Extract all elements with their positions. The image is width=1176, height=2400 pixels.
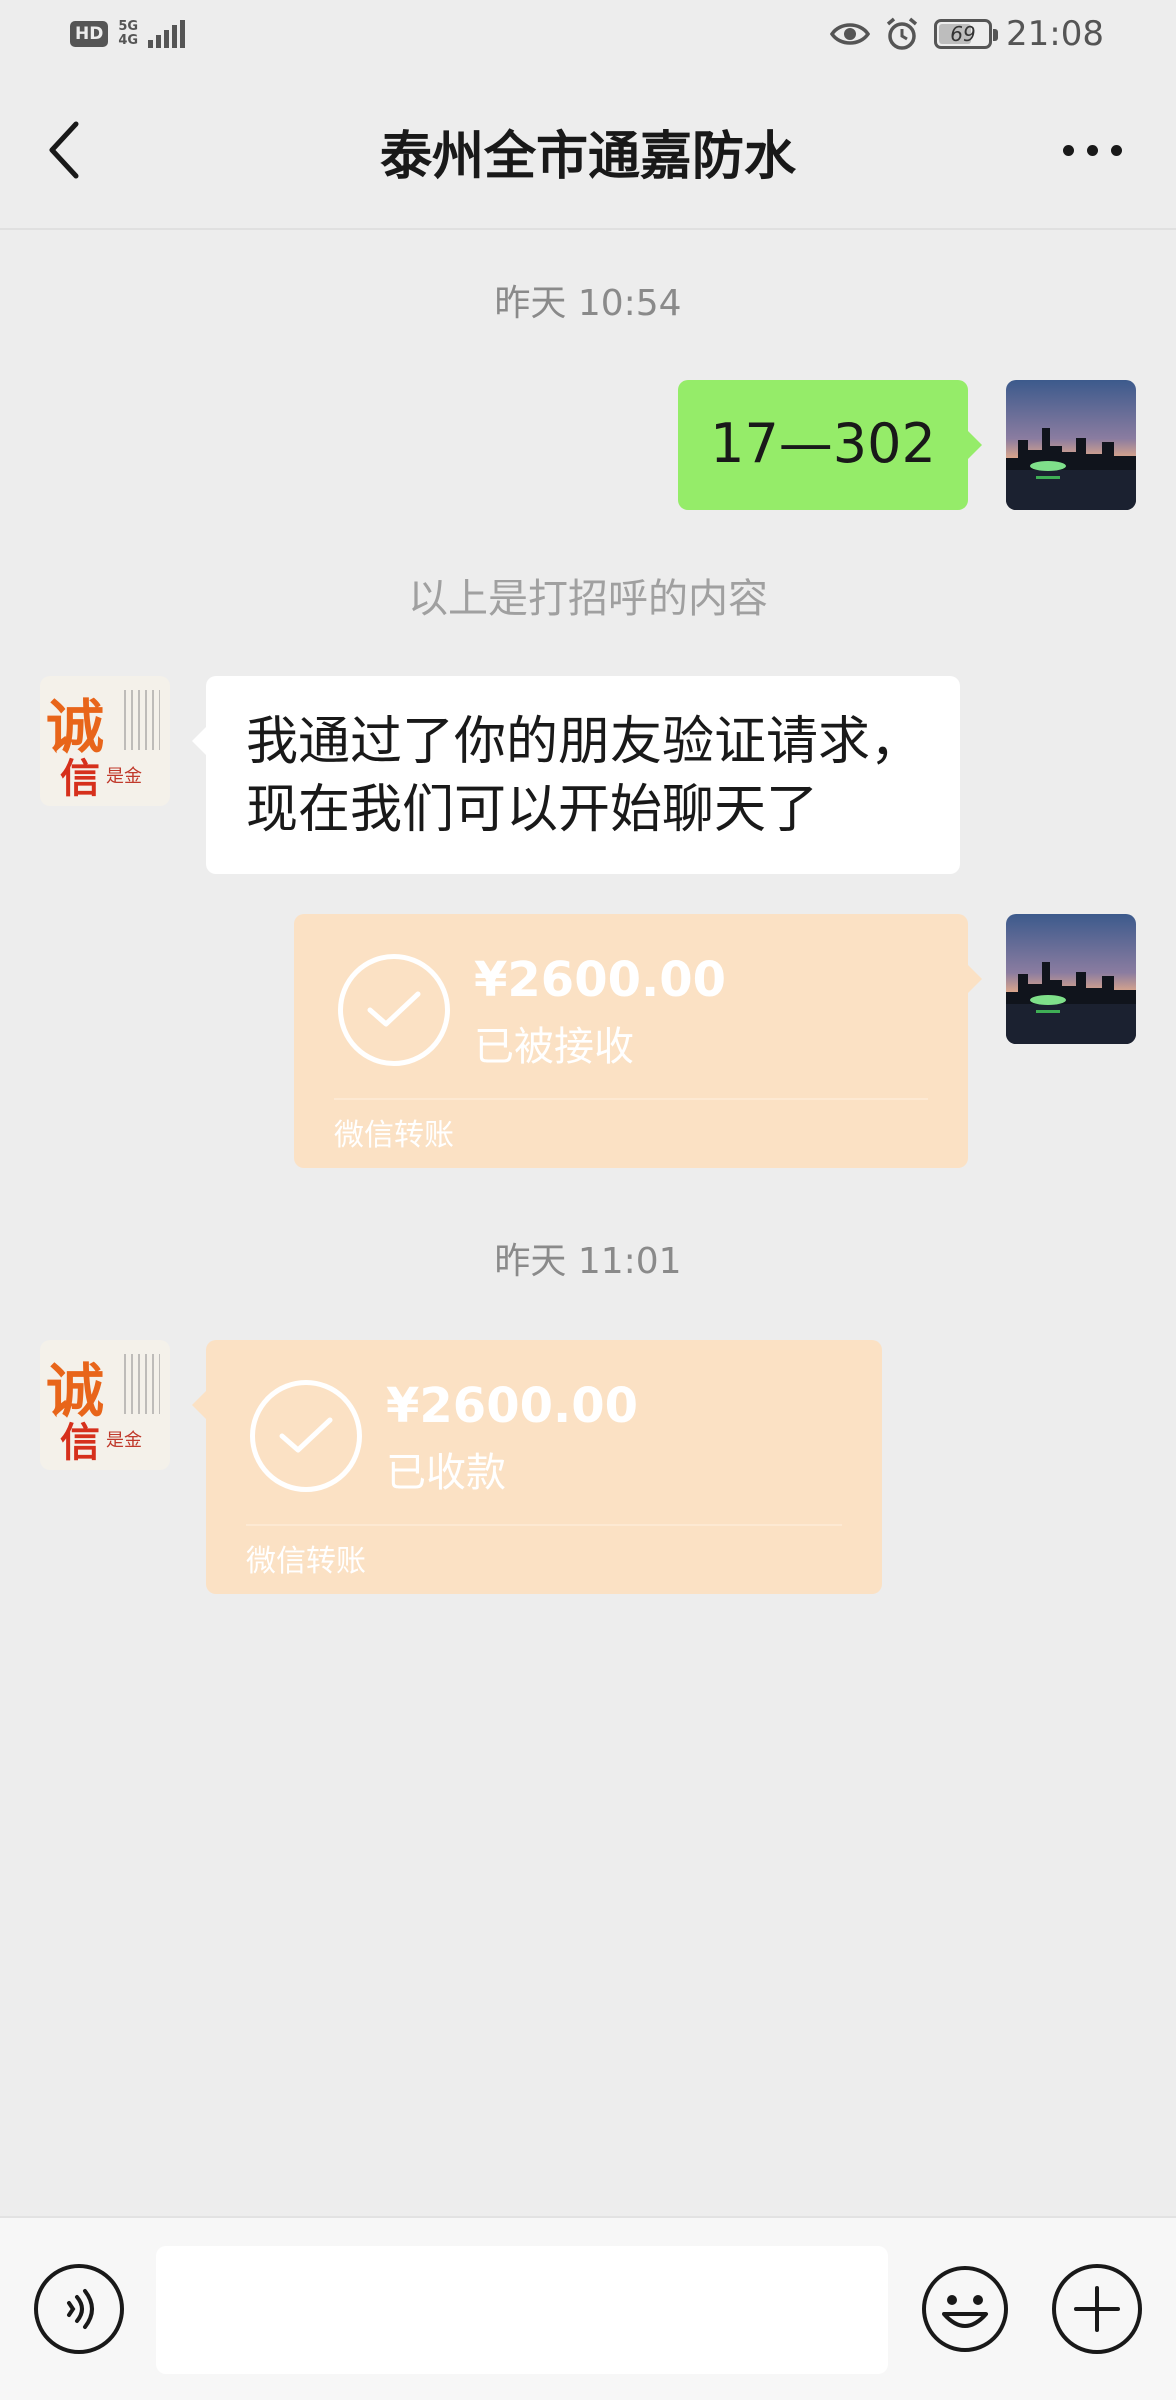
transfer-status: 已收款	[386, 1450, 506, 1496]
more-button[interactable]	[1042, 114, 1142, 186]
battery-level: 69	[950, 22, 976, 46]
status-time: 21:08	[1006, 14, 1104, 54]
check-circle-icon	[338, 954, 450, 1066]
outgoing-message-text: 17—302	[710, 412, 936, 475]
avatar-char-sub: 信	[60, 755, 100, 802]
avatar-tag: 是金	[106, 766, 142, 787]
my-avatar[interactable]	[1006, 380, 1136, 510]
plus-icon	[1074, 2286, 1120, 2332]
avatar-tag: 是金	[106, 1430, 142, 1451]
transfer-footer: 微信转账	[246, 1544, 366, 1579]
battery-icon: 69	[934, 19, 999, 49]
network-sub-label: 4G	[118, 33, 139, 48]
check-icon	[367, 991, 421, 1027]
more-dots-icon	[1062, 144, 1074, 156]
my-avatar-image	[1006, 380, 1136, 510]
system-message: 以上是打招呼的内容	[408, 576, 768, 622]
check-circle-icon	[250, 1380, 362, 1492]
outgoing-message-bubble[interactable]: 17—302	[678, 380, 982, 510]
contact-avatar-image: 诚 信 是金	[40, 1340, 170, 1470]
contact-avatar[interactable]: 诚 信 是金	[40, 676, 170, 806]
incoming-message-text: 我通过了你的朋友验证请求，现在我们可以开始聊天了	[246, 712, 923, 840]
hd-badge: HD	[70, 21, 109, 47]
input-bar	[0, 2216, 1176, 2400]
transfer-amount: ¥2600.00	[386, 1378, 639, 1434]
contact-avatar-image: 诚 信 是金	[40, 676, 170, 806]
network-indicator: 5G 4G	[118, 20, 138, 48]
my-avatar[interactable]	[1006, 914, 1136, 1044]
avatar-calligraphy	[124, 690, 160, 750]
check-icon	[279, 1417, 333, 1453]
my-avatar-image	[1006, 914, 1136, 1044]
signal-icon	[148, 20, 186, 48]
emoji-icon	[922, 2266, 1008, 2352]
status-bar: HD 5G 4G 69 21:08	[0, 0, 1176, 74]
alarm-icon	[886, 17, 918, 50]
more-dot	[1110, 144, 1122, 156]
eye-icon	[830, 23, 871, 45]
message-input[interactable]	[156, 2246, 888, 2374]
more-dot	[1086, 144, 1098, 156]
voice-icon	[67, 2289, 94, 2329]
emoji-button[interactable]	[920, 2264, 1010, 2354]
transfer-status: 已被接收	[474, 1024, 634, 1070]
contact-avatar[interactable]: 诚 信 是金	[40, 1340, 170, 1470]
network-label: 5G	[118, 19, 139, 34]
transfer-divider	[334, 1098, 928, 1100]
transfer-divider	[246, 1524, 842, 1526]
status-right: 69 21:08	[830, 14, 1104, 54]
transfer-card-sent[interactable]: ¥2600.00 已被接收 微信转账	[294, 914, 982, 1168]
status-left: HD 5G 4G	[70, 20, 186, 48]
chat-title: 泰州全市通嘉防水	[379, 127, 796, 187]
transfer-footer: 微信转账	[334, 1118, 454, 1153]
transfer-amount: ¥2600.00	[474, 952, 727, 1008]
chat-header: 泰州全市通嘉防水	[0, 74, 1176, 230]
transfer-card-received[interactable]: ¥2600.00 已收款 微信转账	[192, 1340, 882, 1594]
incoming-message-bubble[interactable]: 我通过了你的朋友验证请求，现在我们可以开始聊天了	[192, 676, 960, 874]
plus-button[interactable]	[1052, 2264, 1142, 2354]
timestamp-1: 昨天 10:54	[494, 283, 682, 324]
voice-button[interactable]	[34, 2264, 124, 2354]
avatar-calligraphy	[124, 1354, 160, 1414]
timestamp-2: 昨天 11:01	[494, 1241, 682, 1282]
avatar-char-sub: 信	[60, 1419, 100, 1466]
